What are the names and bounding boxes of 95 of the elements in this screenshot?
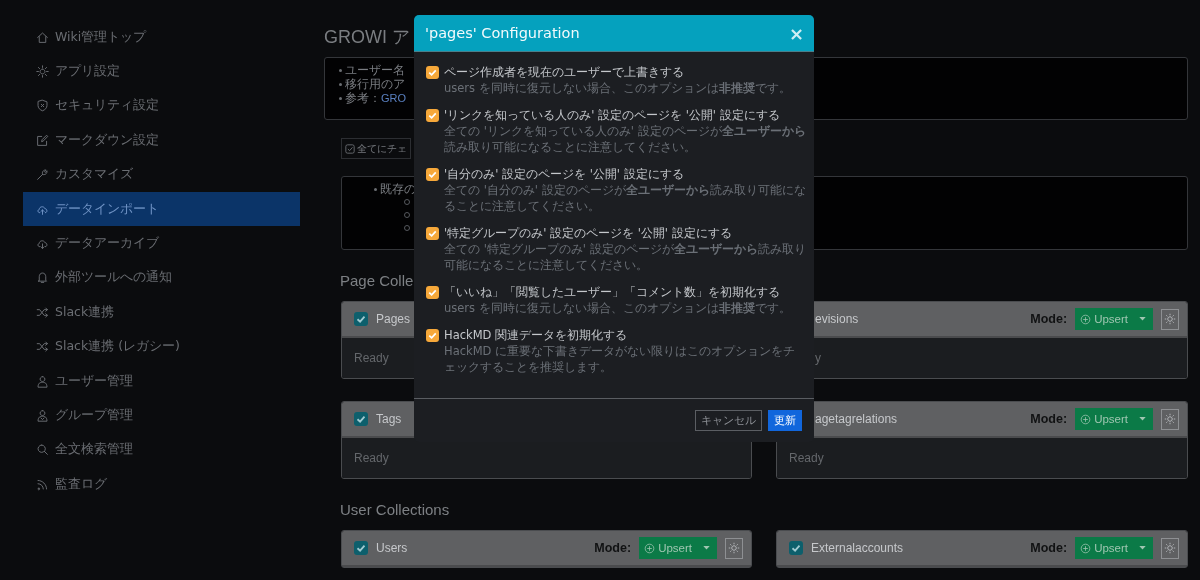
bullet-icon (339, 96, 342, 100)
settings-button[interactable] (725, 537, 743, 559)
checkbox-icon (345, 143, 355, 154)
option-label: '特定グループのみ' 設定のページを '公開' 設定にする (444, 226, 733, 241)
mode-label: Mode: (1030, 412, 1068, 426)
checkbox[interactable] (354, 312, 368, 326)
checkbox[interactable] (789, 541, 803, 555)
option-description: 全ての '特定グループのみ' 設定のページが全ユーザーから読み取り可能になることに注意してください。 (444, 241, 806, 273)
sidebar-item[interactable]: グループ管理 (23, 398, 300, 433)
info-text: 移行用のア (345, 76, 405, 92)
close-button[interactable]: × (788, 22, 804, 44)
settings-button[interactable] (1161, 308, 1179, 330)
settings-button[interactable] (1161, 408, 1179, 430)
caret-icon (1139, 317, 1146, 321)
info-text: 参考： (345, 90, 381, 107)
bullet-icon (339, 68, 342, 72)
plus-circle-icon (1080, 313, 1092, 325)
checkbox[interactable] (354, 541, 368, 555)
wrench-icon (36, 168, 49, 182)
option-label: 'リンクを知っている人のみ' 設定のページを '公開' 設定にする (444, 108, 781, 123)
collection-title: Users (376, 541, 408, 555)
mode-dropdown[interactable]: Upsert (1075, 537, 1153, 559)
option-description: 全ての 'リンクを知っている人のみ' 設定のページが全ユーザーから読み取り可能になることに注意してください。 (444, 123, 806, 155)
mode-dropdown[interactable]: Upsert (1075, 408, 1153, 430)
shield-icon (36, 99, 49, 113)
checkbox[interactable] (426, 109, 439, 122)
checkbox[interactable] (426, 227, 439, 240)
check-all-button[interactable]: 全てにチェ (341, 138, 411, 159)
mode-dropdown[interactable]: Upsert (639, 537, 717, 559)
cloud-download-icon (36, 237, 49, 251)
option-label: HackMD 関連データを初期化する (444, 328, 629, 343)
option-label: '自分のみ' 設定のページを '公開' 設定にする (444, 167, 685, 182)
mode-dropdown[interactable]: Upsert (1075, 308, 1153, 330)
dialog-title: 'pages' Configuration (425, 25, 580, 41)
collection-title: Tags (376, 412, 402, 426)
status-text: Ready (354, 451, 389, 465)
sidebar-item[interactable]: Wiki管理トップ (23, 20, 300, 55)
option-description: users を同時に復元しない場合、このオプションは非推奨です。 (444, 300, 791, 316)
checkbox[interactable] (426, 286, 439, 299)
checkbox[interactable] (354, 412, 368, 426)
page-title: GROWI ア (324, 26, 410, 49)
collection-title: Pages (376, 312, 411, 326)
plus-circle-icon (644, 542, 656, 554)
status-text: Ready (354, 351, 389, 365)
collection-title: evisions (815, 312, 859, 326)
search-icon (36, 443, 49, 457)
sidebar-item[interactable]: 監査ログ (23, 467, 300, 502)
sidebar-item[interactable]: 外部ツールへの通知 (23, 260, 300, 296)
caret-icon (1139, 546, 1146, 550)
checkbox[interactable] (426, 66, 439, 79)
cancel-button[interactable]: キャンセル (695, 410, 762, 431)
option-description: 全ての '自分のみ' 設定のページが全ユーザーから読み取り可能になることに注意してください。 (444, 182, 806, 214)
settings-button[interactable] (1161, 537, 1179, 559)
rss-icon (36, 477, 49, 491)
mode-label: Mode: (1030, 312, 1068, 326)
option-description: users を同時に復元しない場合、このオプションは非推奨です。 (444, 80, 791, 96)
sidebar-item[interactable]: 全文検索管理 (23, 432, 300, 468)
bell-icon (36, 271, 49, 285)
sidebar-item[interactable]: Slack連携 (レガシー) (23, 329, 300, 364)
collection-title: Externalaccounts (811, 541, 904, 555)
sidebar-item[interactable]: ユーザー管理 (23, 363, 300, 399)
status-text: y (815, 351, 821, 365)
checkbox[interactable] (426, 168, 439, 181)
info-text: ユーザー名 (345, 61, 405, 78)
mode-label: Mode: (1030, 541, 1068, 555)
sidebar-item[interactable]: セキュリティ設定 (23, 88, 300, 124)
bullet-icon (339, 82, 342, 86)
home-icon (36, 30, 49, 44)
bullet-icon (374, 187, 377, 191)
caret-icon (703, 546, 710, 550)
section-heading: User Collections (340, 500, 450, 520)
sidebar-item[interactable]: Slack連携 (23, 295, 300, 330)
shuffle-icon (36, 340, 49, 354)
users-icon (36, 409, 49, 422)
sidebar-item[interactable]: データアーカイブ (23, 226, 300, 261)
checkbox[interactable] (426, 329, 439, 342)
caret-icon (1139, 417, 1146, 421)
option-label: ページ作成者を現在のユーザーで上書きする (444, 65, 685, 80)
plus-circle-icon (1080, 413, 1092, 425)
collection-title: agetagrelations (815, 412, 898, 426)
status-text: Ready (789, 451, 824, 465)
sidebar-item[interactable]: マークダウン設定 (23, 123, 300, 158)
edit-icon (36, 133, 49, 147)
sidebar-item[interactable]: アプリ設定 (23, 54, 300, 89)
option-label: 「いいね」「閲覧したユーザー」「コメント数」を初期化する (444, 285, 781, 300)
user-icon (36, 374, 49, 388)
section-heading: Page Colle (340, 271, 414, 291)
shuffle-icon (36, 305, 49, 319)
sidebar-item[interactable]: カスタマイズ (23, 157, 300, 192)
mode-label: Mode: (594, 541, 632, 555)
update-button[interactable]: 更新 (768, 410, 802, 431)
plus-circle-icon (1080, 542, 1092, 554)
sidebar-item[interactable]: データインポート (23, 191, 300, 227)
reference-link[interactable]: GRO (381, 92, 407, 104)
option-description: HackMD に重要な下書きデータがない限りはこのオプションをチェックすることを推奨します。 (444, 343, 797, 375)
